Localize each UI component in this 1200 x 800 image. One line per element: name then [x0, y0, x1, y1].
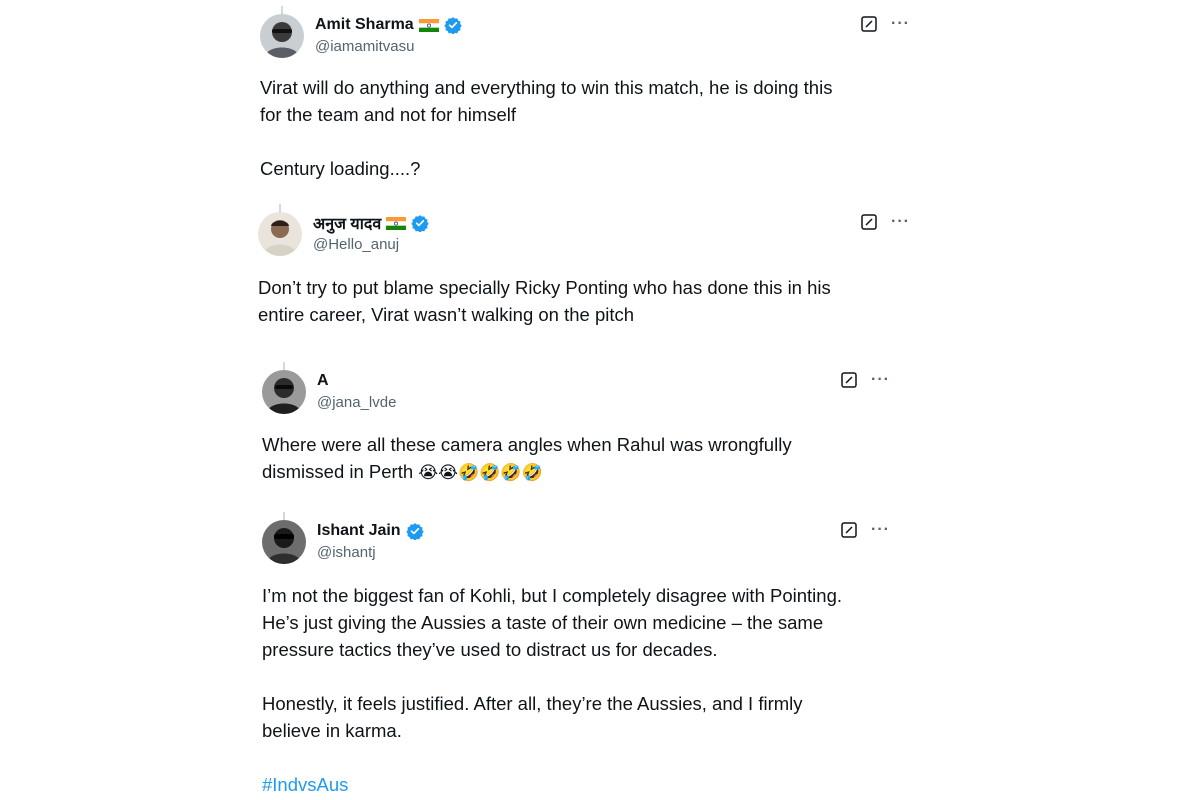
- tweet-line: Where were all these camera angles when …: [262, 434, 792, 455]
- verified-badge-icon: [411, 214, 429, 232]
- author-row: A: [317, 370, 329, 392]
- tweet-text: Virat will do anything and everything to…: [260, 74, 832, 182]
- author-row: Ishant Jain: [317, 520, 424, 542]
- tweet-amit-sharma[interactable]: Amit Sharma @iamamitvasu ··· Virat will …: [260, 6, 920, 194]
- grok-icon[interactable]: [841, 522, 857, 538]
- grok-icon[interactable]: [861, 16, 877, 32]
- tweet-line: pressure tactics they’ve used to distrac…: [262, 639, 718, 660]
- author-handle[interactable]: @jana_lvde: [317, 394, 396, 411]
- tweet-actions: ···: [841, 372, 890, 388]
- tweet-ishant-jain[interactable]: Ishant Jain @ishantj ··· I’m not the big…: [262, 512, 922, 800]
- tweet-anuj-yadav[interactable]: अनुज यादव @Hello_anuj ··· Don’t try to p…: [258, 204, 918, 332]
- tweet-actions: ···: [841, 522, 890, 538]
- more-icon[interactable]: ···: [891, 214, 910, 230]
- tweet-line: He’s just giving the Aussies a taste of …: [262, 612, 824, 633]
- author-name[interactable]: Amit Sharma: [315, 16, 414, 34]
- india-flag-icon: [386, 216, 407, 230]
- tweet-feed: Amit Sharma @iamamitvasu ··· Virat will …: [0, 0, 1200, 800]
- tweet-a[interactable]: A @jana_lvde ··· Where were all these ca…: [262, 362, 922, 490]
- tweet-line: Century loading....?: [260, 158, 421, 179]
- author-handle[interactable]: @ishantj: [317, 544, 376, 561]
- tweet-line: Don’t try to put blame specially Ricky P…: [258, 277, 831, 298]
- avatar[interactable]: [258, 212, 302, 256]
- author-handle[interactable]: @iamamitvasu: [315, 38, 414, 55]
- avatar[interactable]: [262, 520, 306, 564]
- tweet-line: Honestly, it feels justified. After all,…: [262, 693, 803, 714]
- tweet-text: I’m not the biggest fan of Kohli, but I …: [262, 582, 842, 798]
- author-name[interactable]: अनुज यादव: [313, 212, 381, 234]
- tweet-line-text: dismissed in Perth: [262, 461, 414, 482]
- avatar[interactable]: [260, 14, 304, 58]
- more-icon[interactable]: ···: [871, 372, 890, 388]
- more-icon[interactable]: ···: [891, 16, 910, 32]
- author-row: Amit Sharma: [315, 14, 462, 36]
- author-handle[interactable]: @Hello_anuj: [313, 236, 399, 253]
- hashtag-link[interactable]: #IndvsAus: [262, 774, 348, 795]
- tweet-text: Where were all these camera angles when …: [262, 431, 792, 487]
- tweet-text: Don’t try to put blame specially Ricky P…: [258, 274, 831, 328]
- tweet-line: dismissed in Perth 😭😭🤣🤣🤣🤣: [262, 458, 792, 487]
- tweet-line: for the team and not for himself: [260, 104, 517, 125]
- tweet-actions: ···: [861, 16, 910, 32]
- avatar[interactable]: [262, 370, 306, 414]
- tweet-actions: ···: [861, 214, 910, 230]
- emoji-laughing-crying-icons: 😭😭🤣🤣🤣🤣: [418, 463, 543, 483]
- tweet-line: Virat will do anything and everything to…: [260, 77, 833, 98]
- grok-icon[interactable]: [861, 214, 877, 230]
- author-row: अनुज यादव: [313, 212, 429, 234]
- tweet-line: believe in karma.: [262, 720, 402, 741]
- grok-icon[interactable]: [841, 372, 857, 388]
- more-icon[interactable]: ···: [871, 522, 890, 538]
- verified-badge-icon: [405, 522, 424, 540]
- tweet-line: entire career, Virat wasn’t walking on t…: [258, 304, 635, 325]
- author-name[interactable]: Ishant Jain: [317, 522, 401, 540]
- tweet-line: I’m not the biggest fan of Kohli, but I …: [262, 585, 842, 606]
- author-name[interactable]: A: [317, 372, 329, 390]
- verified-badge-icon: [444, 16, 462, 34]
- india-flag-icon: [418, 18, 439, 32]
